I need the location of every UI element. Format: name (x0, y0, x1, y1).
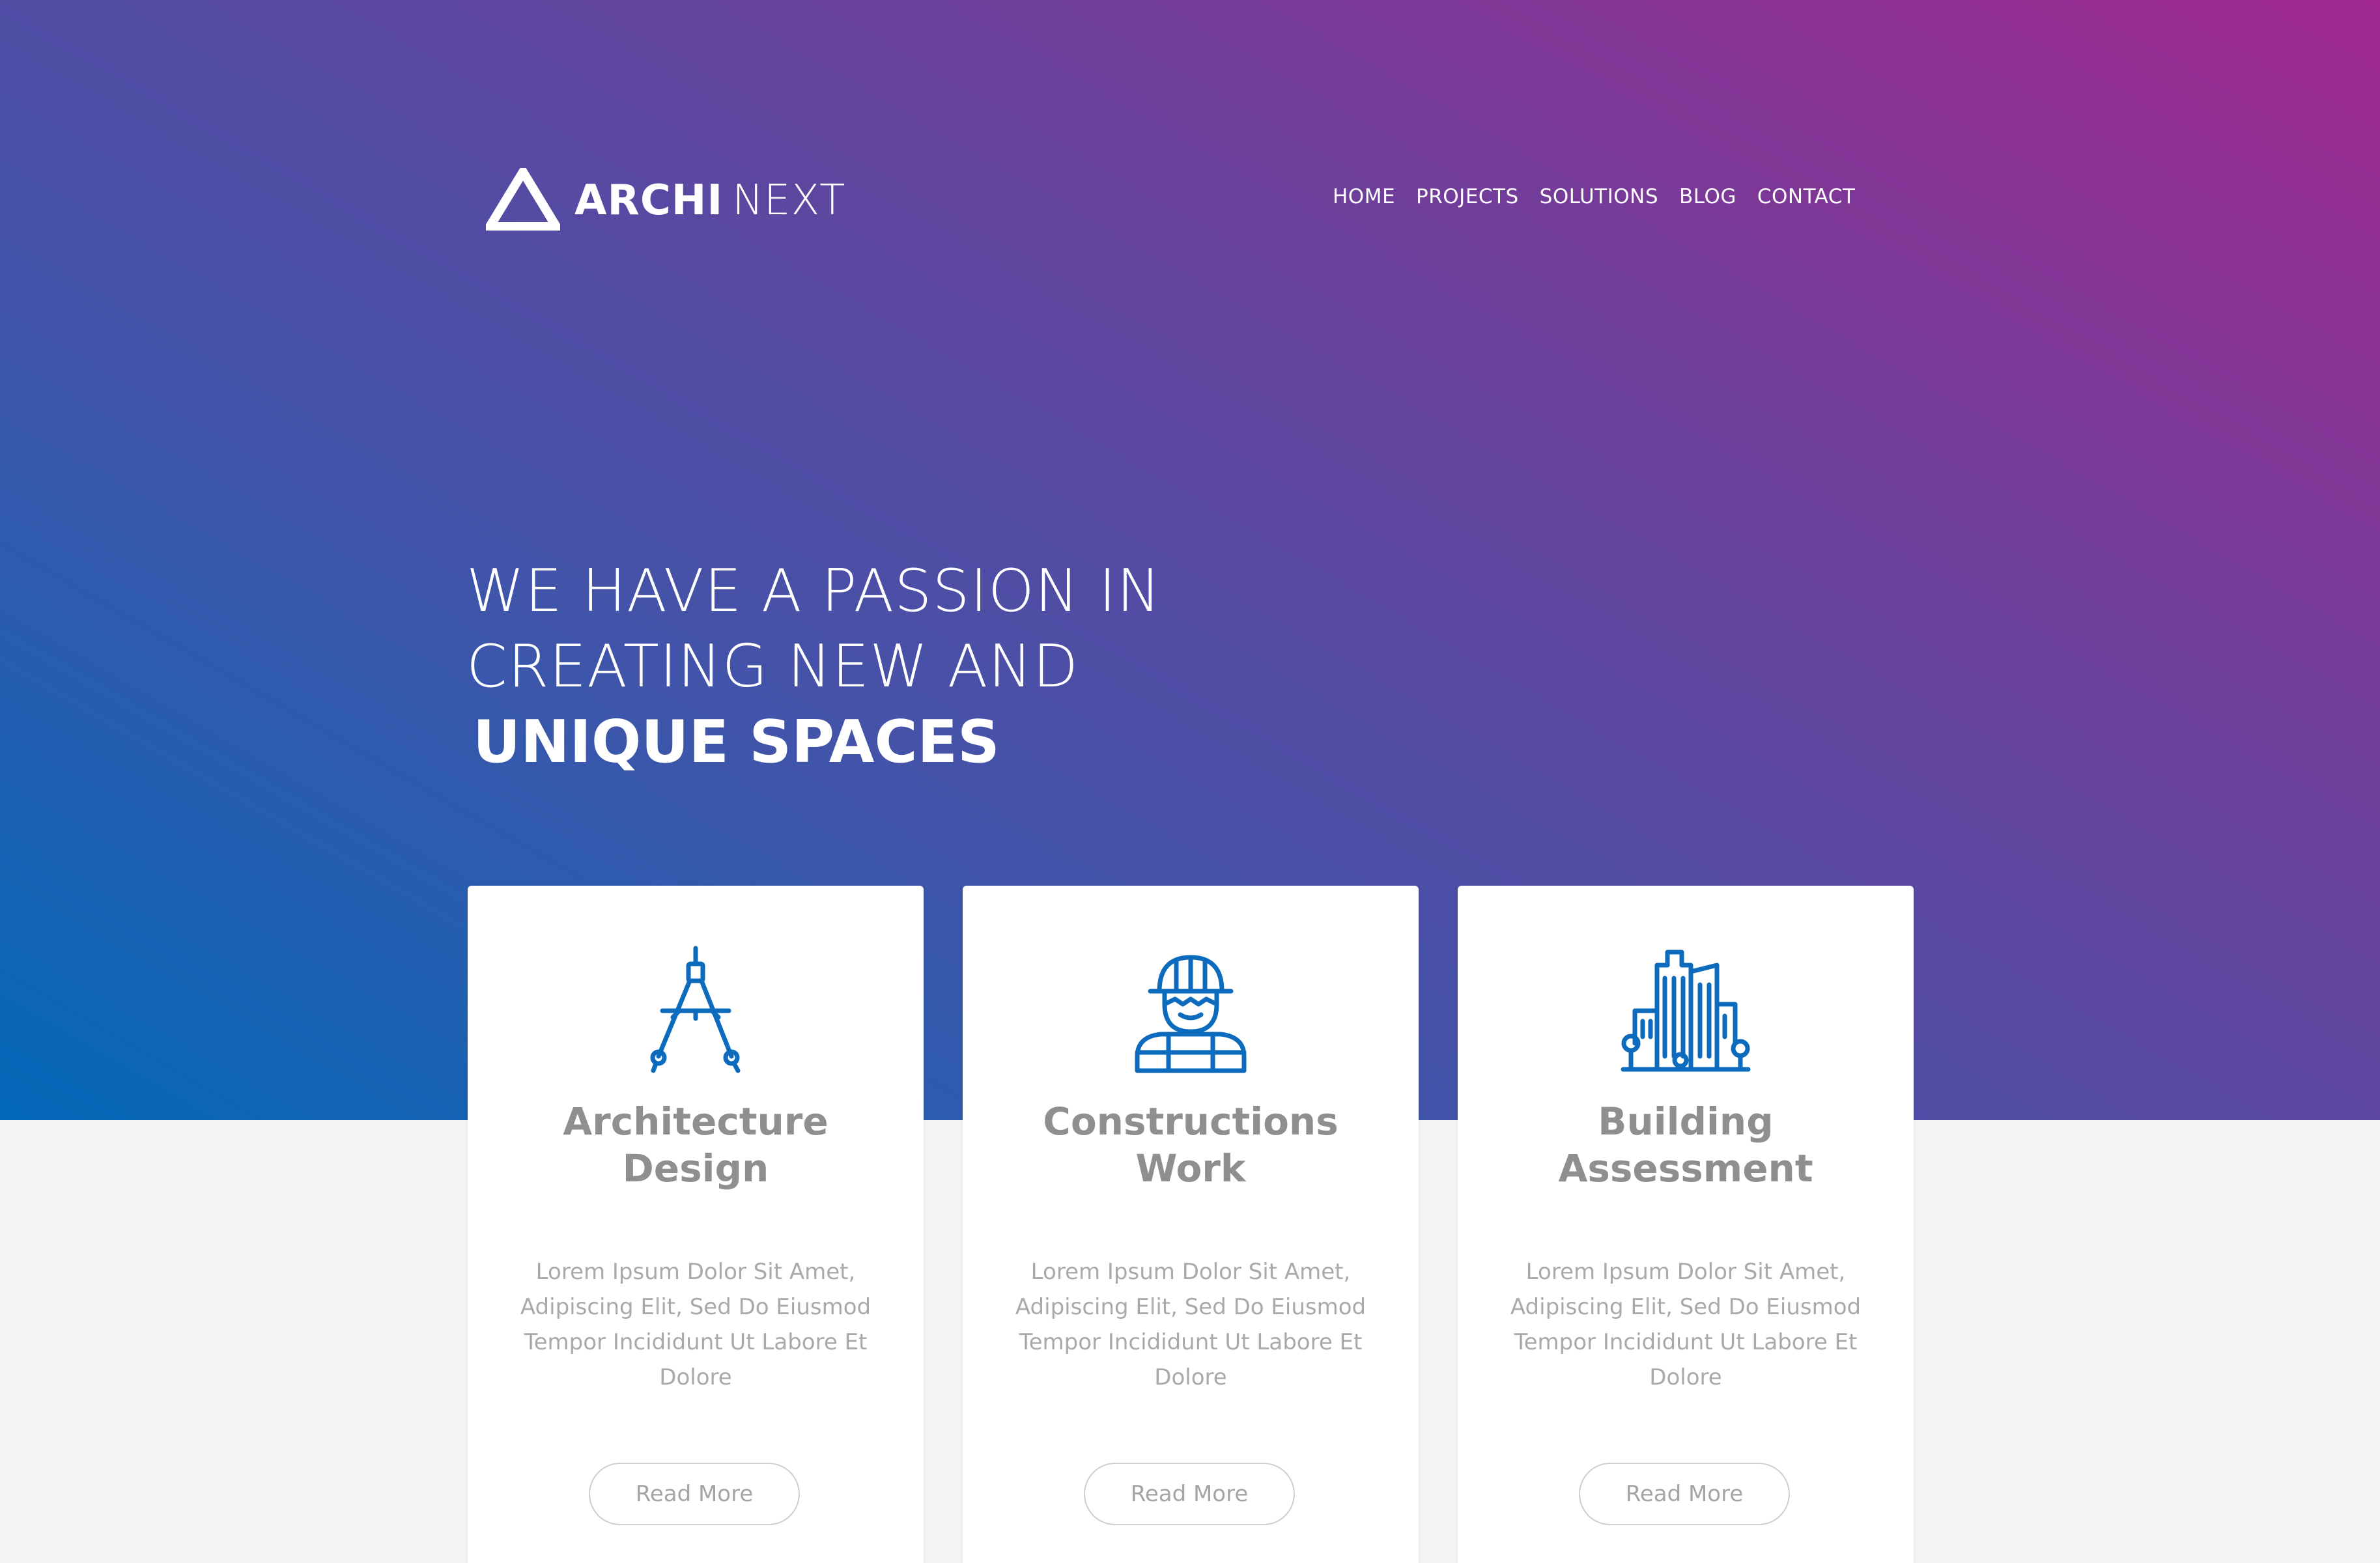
nav-solutions[interactable]: SOLUTIONS (1540, 185, 1658, 208)
read-more-button[interactable]: Read More (589, 1463, 800, 1525)
service-description: Lorem Ipsum Dolor Sit Amet, Adipiscing E… (520, 1259, 871, 1390)
service-title: Architecture Design (468, 1098, 924, 1192)
nav-blog[interactable]: BLOG (1679, 185, 1736, 208)
construction-worker-icon (1099, 925, 1282, 1094)
nav-contact[interactable]: CONTACT (1757, 185, 1856, 208)
service-title: Constructions Work (963, 1098, 1419, 1192)
triangle-logo-icon (481, 163, 565, 233)
service-title-line-1: Architecture (563, 1099, 829, 1144)
city-buildings-icon (1594, 925, 1777, 1094)
service-description: Lorem Ipsum Dolor Sit Amet, Adipiscing E… (1015, 1259, 1367, 1390)
service-title: Building Assessment (1458, 1098, 1914, 1192)
drafting-compass-icon (604, 925, 787, 1094)
read-more-button[interactable]: Read More (1084, 1463, 1295, 1525)
nav-home[interactable]: HOME (1333, 185, 1395, 208)
service-card-building: Building Assessment Lorem Ipsum Dolor Si… (1458, 886, 1914, 1563)
headline-line-3: UNIQUE SPACES (473, 708, 1000, 776)
logo[interactable]: ARCHI NEXT (481, 163, 846, 233)
hero-headline: WE HAVE A PASSION IN CREATING NEW AND UN… (466, 554, 1161, 780)
service-title-line-2: Work (1135, 1146, 1246, 1190)
headline-line-1: WE HAVE A PASSION IN (466, 557, 1161, 625)
service-title-line-1: Building (1598, 1099, 1774, 1144)
headline-line-2: CREATING NEW AND (466, 632, 1079, 701)
logo-name-light: NEXT (732, 176, 846, 225)
logo-name-bold: ARCHI (574, 176, 724, 225)
service-card-construction: Constructions Work Lorem Ipsum Dolor Sit… (963, 886, 1419, 1563)
service-description: Lorem Ipsum Dolor Sit Amet, Adipiscing E… (1510, 1259, 1862, 1390)
service-title-line-1: Constructions (1043, 1099, 1339, 1144)
nav-projects[interactable]: PROJECTS (1416, 185, 1519, 208)
main-nav: HOME PROJECTS SOLUTIONS BLOG CONTACT (1333, 185, 1855, 208)
read-more-button[interactable]: Read More (1579, 1463, 1790, 1525)
service-title-line-2: Assessment (1558, 1146, 1813, 1190)
service-card-architecture: Architecture Design Lorem Ipsum Dolor Si… (468, 886, 924, 1563)
service-title-line-2: Design (622, 1146, 769, 1190)
